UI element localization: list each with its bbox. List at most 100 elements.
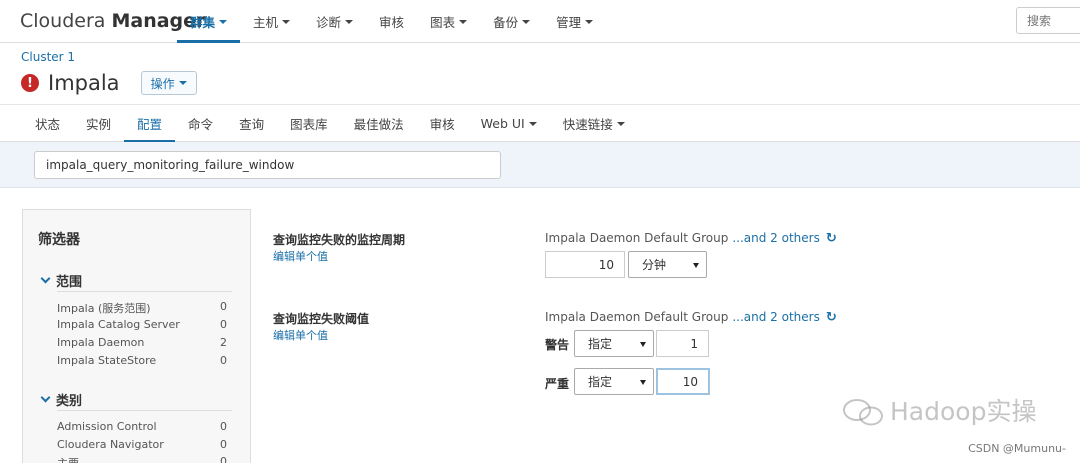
critical-mode-select[interactable]: 指定 (574, 368, 654, 395)
filter-item-statestore[interactable]: Impala StateStore 0 (57, 354, 227, 371)
caret-down-icon (693, 263, 699, 268)
filter-section-category[interactable]: 类别 (39, 390, 82, 409)
filter-item-label: Cloudera Navigator (57, 438, 164, 451)
undo-icon[interactable]: ↻ (826, 231, 837, 246)
filter-item-label: Impala Daemon (57, 336, 145, 349)
watermark-credit: CSDN @Mumunu- (968, 442, 1066, 455)
nav-label: 群集 (190, 15, 216, 30)
others-link[interactable]: ...and 2 others (732, 231, 820, 245)
nav-audits[interactable]: 审核 (366, 0, 417, 43)
nav-label: 备份 (493, 15, 519, 30)
caret-down-icon (640, 380, 646, 385)
chevron-down-icon (40, 392, 51, 403)
nav-charts[interactable]: 图表 (417, 0, 480, 43)
tab-chart-library[interactable]: 图表库 (277, 105, 341, 142)
caret-down-icon (522, 19, 531, 24)
error-icon: ! (21, 74, 39, 92)
role-group-label: Impala Daemon Default Group ...and 2 othe… (545, 231, 837, 246)
nav-hosts[interactable]: 主机 (240, 0, 303, 43)
tab-queries[interactable]: 查询 (226, 105, 277, 142)
filter-item-count: 0 (220, 318, 227, 331)
filter-item-label: Impala (服务范围) (57, 302, 151, 315)
critical-threshold-label: 严重 (545, 377, 570, 391)
filter-item-cloudera-navigator[interactable]: Cloudera Navigator 0 (57, 438, 227, 455)
filter-item-count: 0 (220, 438, 227, 451)
tab-status[interactable]: 状态 (22, 105, 73, 142)
tab-web-ui[interactable]: Web UI (468, 105, 550, 142)
tab-quick-links[interactable]: 快速链接 (550, 105, 638, 142)
tab-label: 审核 (429, 117, 455, 132)
role-group-name: Impala Daemon Default Group (545, 231, 729, 245)
tab-label: 快速链接 (562, 117, 613, 132)
tab-label: 配置 (137, 117, 163, 132)
breadcrumb-cluster[interactable]: Cluster 1 (21, 50, 75, 64)
caret-down-icon (585, 19, 594, 24)
page-title: Impala (48, 71, 120, 95)
select-value: 指定 (588, 375, 613, 389)
caret-down-icon (178, 81, 187, 85)
undo-icon[interactable]: ↻ (826, 310, 837, 325)
nav-label: 诊断 (316, 15, 342, 30)
warning-threshold-label: 警告 (545, 338, 570, 352)
service-header: ! Impala 操作 (21, 70, 197, 96)
filter-item-count: 0 (220, 420, 227, 433)
nav-label: 审核 (379, 15, 405, 30)
time-unit-select[interactable]: 分钟 (628, 251, 707, 278)
role-group-name: Impala Daemon Default Group (545, 310, 729, 324)
caret-down-icon (282, 19, 291, 24)
global-search-input[interactable] (1016, 7, 1080, 34)
tab-instances[interactable]: 实例 (73, 105, 124, 142)
main-menu: 群集 主机 诊断 审核 图表 备份 管理 (177, 0, 606, 43)
tab-best-practices[interactable]: 最佳做法 (341, 105, 417, 142)
edit-individual-values-link[interactable]: 编辑单个值 (273, 327, 328, 343)
config-search-input[interactable] (34, 151, 501, 179)
nav-label: 图表 (430, 15, 456, 30)
filter-section-label: 类别 (56, 394, 83, 409)
warning-mode-select[interactable]: 指定 (574, 330, 654, 357)
select-value: 指定 (588, 337, 613, 351)
caret-down-icon (528, 121, 537, 126)
tab-audits[interactable]: 审核 (417, 105, 468, 142)
filter-panel: 筛选器 范围 Impala (服务范围) 0 Impala Catalog Ser… (22, 209, 251, 463)
filter-item-count: 0 (220, 455, 227, 463)
filter-item-label: Impala StateStore (57, 354, 157, 367)
nav-diagnostics[interactable]: 诊断 (303, 0, 366, 43)
tab-commands[interactable]: 命令 (175, 105, 226, 142)
filter-item-count: 0 (220, 354, 227, 367)
select-value: 分钟 (642, 258, 667, 272)
period-value-input[interactable] (545, 251, 625, 278)
actions-button[interactable]: 操作 (140, 71, 197, 95)
filter-item-impala-daemon[interactable]: Impala Daemon 2 (57, 336, 227, 353)
property-name: 查询监控失败的监控周期 (273, 233, 406, 247)
filter-item-main[interactable]: 主要 0 (57, 455, 227, 463)
filter-section-scope[interactable]: 范围 (39, 271, 82, 290)
edit-individual-values-link[interactable]: 编辑单个值 (273, 248, 328, 264)
filter-item-catalog-server[interactable]: Impala Catalog Server 0 (57, 318, 227, 335)
tab-label: 命令 (188, 117, 214, 132)
filter-item-label: Admission Control (57, 420, 157, 433)
tab-label: 最佳做法 (353, 117, 404, 132)
brand-name-light: Cloudera (20, 10, 106, 32)
filter-item-admission-control[interactable]: Admission Control 0 (57, 420, 227, 437)
warning-value-input[interactable] (656, 330, 709, 357)
filter-item-label: Impala Catalog Server (57, 318, 180, 331)
nav-clusters[interactable]: 群集 (177, 0, 241, 43)
filter-item-impala-service[interactable]: Impala (服务范围) 0 (57, 300, 227, 317)
tab-configuration[interactable]: 配置 (124, 105, 176, 143)
tab-label: 图表库 (290, 117, 328, 132)
caret-down-icon (616, 121, 625, 126)
caret-down-icon (219, 19, 228, 24)
others-link[interactable]: ...and 2 others (732, 310, 820, 324)
filter-item-count: 0 (220, 300, 227, 313)
caret-down-icon (459, 19, 468, 24)
watermark-text: Hadoop实操 (890, 397, 1037, 426)
nav-backup[interactable]: 备份 (480, 0, 543, 43)
caret-down-icon (640, 342, 646, 347)
critical-value-input[interactable] (656, 368, 710, 395)
nav-label: 管理 (556, 15, 582, 30)
nav-administration[interactable]: 管理 (543, 0, 606, 43)
filter-item-count: 2 (220, 336, 227, 349)
nav-label: 主机 (253, 15, 279, 30)
tab-label: Web UI (480, 116, 525, 131)
chevron-down-icon (40, 273, 51, 284)
